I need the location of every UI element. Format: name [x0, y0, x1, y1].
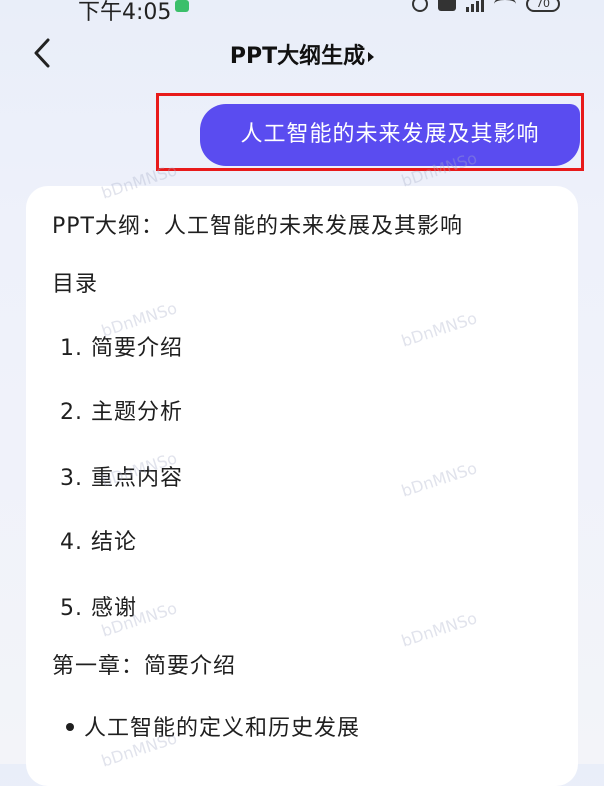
toc-item: 1. 简要介绍 — [60, 336, 183, 361]
highlight-box — [156, 93, 584, 171]
toc-item: 4. 结论 — [60, 530, 137, 555]
status-icons: 70 — [412, 0, 560, 12]
chapter-heading: 第一章：简要介绍 — [52, 654, 237, 679]
outline-title: PPT大纲：人工智能的未来发展及其影响 — [52, 214, 463, 239]
notification-icon — [175, 0, 189, 12]
status-time: 下午4:05 — [78, 0, 172, 25]
page-title[interactable]: PPT大纲生成 — [0, 38, 604, 70]
battery-icon: 70 — [526, 0, 560, 12]
bullet-dot-icon — [66, 723, 74, 731]
wifi-icon — [494, 0, 516, 11]
signal-icon — [466, 0, 484, 12]
toc-item: 5. 感谢 — [60, 596, 137, 621]
header: PPT大纲生成 — [0, 26, 604, 82]
hd-icon — [438, 0, 456, 11]
caret-right-icon — [368, 52, 375, 62]
toc-heading: 目录 — [52, 272, 99, 297]
page-title-text: PPT大纲生成 — [229, 44, 366, 69]
toc-item: 3. 重点内容 — [60, 466, 183, 491]
bullet-text: 人工智能的定义和历史发展 — [84, 716, 361, 741]
alarm-icon — [412, 0, 428, 12]
response-card: PPT大纲：人工智能的未来发展及其影响 目录 1. 简要介绍 2. 主题分析 3… — [26, 186, 578, 786]
bullet-item: 人工智能的定义和历史发展 — [66, 710, 360, 742]
toc-item: 2. 主题分析 — [60, 400, 183, 425]
status-bar: 下午4:05 70 — [0, 0, 604, 25]
